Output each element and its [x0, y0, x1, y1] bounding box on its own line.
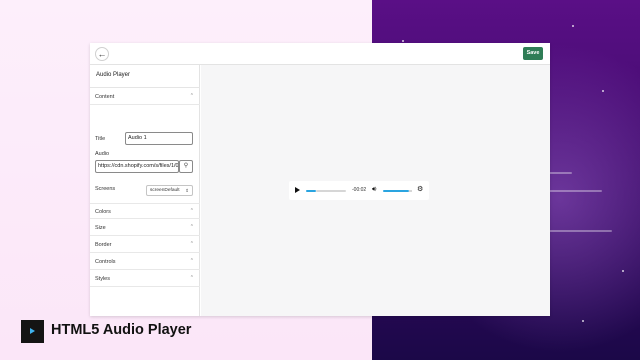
top-bar: ← Save	[90, 43, 550, 65]
screens-select[interactable]: screenDefault ⇕	[146, 185, 193, 196]
preview-area: -00:02 🔊︎ ⚙	[201, 65, 550, 316]
progress-fill	[306, 190, 316, 192]
play-icon[interactable]	[295, 187, 300, 193]
section-content[interactable]: Content ⌃	[90, 89, 200, 105]
chevron-up-icon: ⌃	[189, 208, 194, 214]
sidebar-title: Audio Player	[96, 72, 131, 78]
screens-label: Screens	[95, 186, 116, 192]
file-picker-button[interactable]: ⚲	[179, 160, 193, 173]
section-label: Border	[95, 242, 112, 248]
time-remaining: -00:02	[352, 187, 367, 193]
section-controls[interactable]: Controls ⌃	[90, 254, 200, 270]
screens-select-value: screenDefault	[150, 188, 180, 193]
filter-icon: ⚲	[183, 163, 189, 169]
section-styles[interactable]: Styles ⌃	[90, 271, 200, 287]
audio-label: Audio	[95, 151, 110, 157]
volume-slider[interactable]	[409, 190, 412, 192]
gear-icon[interactable]: ⚙	[417, 185, 423, 195]
chevron-up-icon: ⌃	[189, 224, 194, 230]
section-border[interactable]: Border ⌃	[90, 237, 200, 253]
section-label: Content	[95, 94, 115, 100]
progress-bar[interactable]	[316, 190, 346, 192]
section-label: Colors	[95, 209, 111, 215]
caption-title: HTML5 Audio Player	[51, 322, 192, 338]
editor-window: ← Save Audio Player Content ⌃ Title Audi…	[90, 43, 550, 316]
volume-fill	[383, 190, 409, 192]
updown-icon: ⇕	[185, 188, 189, 193]
section-label: Controls	[95, 259, 116, 265]
chevron-up-icon: ⌃	[189, 275, 194, 281]
save-button[interactable]: Save	[523, 47, 543, 60]
section-size[interactable]: Size ⌃	[90, 220, 200, 236]
chevron-up-icon: ⌃	[189, 258, 194, 264]
section-colors[interactable]: Colors ⌃	[90, 203, 200, 219]
audio-url-input[interactable]: https://cdn.shopify.com/s/files/1/0...	[95, 160, 179, 173]
logo-box	[21, 320, 44, 343]
section-label: Styles	[95, 276, 110, 282]
volume-icon[interactable]: 🔊︎	[372, 185, 376, 195]
arrow-left-icon: ←	[97, 49, 107, 59]
title-label: Title	[95, 136, 106, 142]
section-label: Size	[95, 225, 106, 231]
chevron-up-icon: ⌃	[189, 241, 194, 247]
play-icon	[30, 328, 35, 334]
title-input[interactable]: Audio 1	[125, 132, 193, 145]
chevron-up-icon: ⌃	[189, 93, 194, 99]
back-button[interactable]: ←	[95, 47, 109, 61]
divider	[90, 87, 200, 88]
audio-player: -00:02 🔊︎ ⚙	[289, 181, 429, 200]
settings-sidebar: Audio Player Content ⌃ Title Audio 1 Aud…	[90, 65, 200, 316]
